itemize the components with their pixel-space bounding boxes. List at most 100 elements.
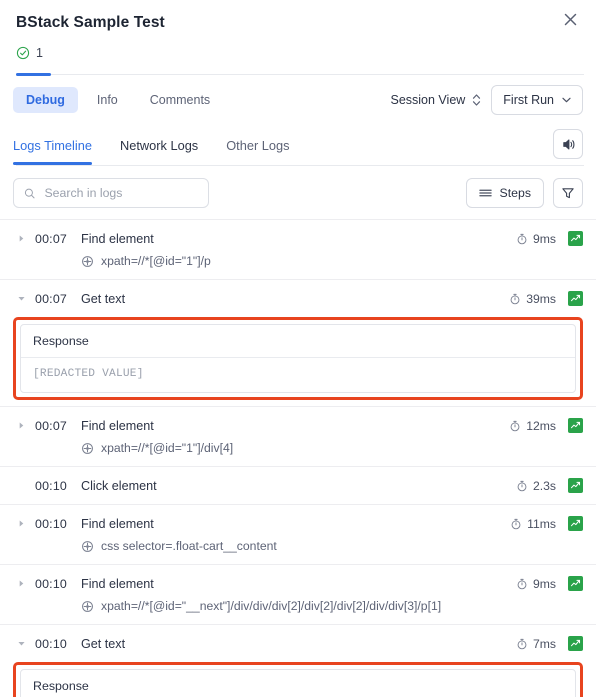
status-count: 1 xyxy=(36,46,43,60)
status-badge[interactable]: 1 xyxy=(16,46,580,69)
log-timestamp: 00:10 xyxy=(35,576,68,591)
session-view-selector[interactable]: Session View xyxy=(390,93,481,107)
log-row-right: 11ms xyxy=(510,516,583,531)
tab-debug[interactable]: Debug xyxy=(13,87,78,113)
log-duration-value: 12ms xyxy=(526,418,556,433)
log-row-main: 00:07 Find element 12ms xyxy=(13,418,583,433)
filter-icon xyxy=(562,188,574,199)
chevron-right-icon[interactable] xyxy=(17,579,26,588)
tab-other-logs[interactable]: Other Logs xyxy=(226,138,289,165)
log-row-right: 39ms xyxy=(509,291,583,306)
log-duration-value: 9ms xyxy=(532,231,556,246)
log-row-caret[interactable] xyxy=(13,579,29,588)
log-row-right: 7ms xyxy=(516,636,583,651)
log-row-caret[interactable] xyxy=(13,639,29,648)
log-locator: xpath=//*[@id="__next"]/div/div/div[2]/d… xyxy=(81,599,583,613)
panel-header: BStack Sample Test 1 xyxy=(0,0,596,76)
log-row[interactable]: 00:10 Click element 2.3s xyxy=(0,466,596,504)
target-icon xyxy=(82,442,93,454)
log-locator-text: xpath=//*[@id="__next"]/div/div/div[2]/d… xyxy=(101,599,442,613)
log-row-right: 9ms xyxy=(516,576,583,591)
log-row[interactable]: 00:10 Find element 11ms css selector=.flo… xyxy=(0,504,596,564)
run-select-label: First Run xyxy=(503,93,554,107)
chevron-right-icon[interactable] xyxy=(17,234,26,243)
log-row-caret[interactable] xyxy=(13,421,29,430)
tab-comments[interactable]: Comments xyxy=(137,87,223,113)
sound-toggle-button[interactable] xyxy=(553,129,583,159)
tab-logs-timeline[interactable]: Logs Timeline xyxy=(13,138,92,165)
run-select[interactable]: First Run xyxy=(491,85,583,115)
tab-network-logs[interactable]: Network Logs xyxy=(120,138,198,165)
log-duration: 7ms xyxy=(516,637,556,651)
selenium-icon xyxy=(568,418,583,433)
stopwatch-icon xyxy=(510,293,520,304)
response-highlight: Response[REDACTED VALUE] xyxy=(13,662,583,697)
log-duration-value: 9ms xyxy=(532,576,556,591)
up-down-chevron-icon xyxy=(473,94,481,106)
log-locator-text: css selector=.float-cart__content xyxy=(101,539,277,553)
log-action-label: Get text xyxy=(81,291,126,306)
chevron-down-icon[interactable] xyxy=(17,294,26,303)
log-duration: 39ms xyxy=(509,292,556,306)
log-row-main: 00:07 Find element 9ms xyxy=(13,231,583,246)
header-divider xyxy=(16,74,584,75)
log-row[interactable]: 00:10 Get text 7ms xyxy=(0,624,596,662)
log-row[interactable]: 00:07 Find element 12ms xpath=//*[@id="1"… xyxy=(0,406,596,466)
response-card: Response[REDACTED VALUE] xyxy=(20,324,576,393)
log-row-caret[interactable] xyxy=(13,234,29,243)
search-box[interactable] xyxy=(13,178,209,208)
log-action-label: Find element xyxy=(81,418,154,433)
search-input[interactable] xyxy=(44,186,198,200)
stopwatch-icon xyxy=(517,578,527,589)
chevron-down-icon[interactable] xyxy=(17,639,26,648)
chevron-right-icon[interactable] xyxy=(17,519,26,528)
chevron-down-icon xyxy=(562,97,571,103)
target-icon xyxy=(82,540,93,552)
log-row[interactable]: 00:10 Find element 9ms xpath=//*[@id="__n… xyxy=(0,564,596,624)
log-row-main: 00:10 Find element 11ms xyxy=(13,516,583,531)
log-row-right: 12ms xyxy=(509,418,583,433)
log-duration-value: 39ms xyxy=(526,291,556,306)
response-card: Response[REDACTED VALUE] xyxy=(20,669,576,697)
stopwatch-icon xyxy=(517,233,527,244)
list-icon xyxy=(478,189,492,197)
chevron-right-icon[interactable] xyxy=(17,421,26,430)
log-row-caret[interactable] xyxy=(13,519,29,528)
log-locator-text: xpath=//*[@id="1"]/div[4] xyxy=(101,441,234,455)
logs-timeline-list: 00:07 Find element 9ms xpath=//*[@id="1"]… xyxy=(0,219,596,697)
log-row[interactable]: 00:07 Get text 39ms xyxy=(0,279,596,317)
stopwatch-icon xyxy=(511,518,521,529)
log-row-main: 00:10 Find element 9ms xyxy=(13,576,583,591)
close-icon[interactable] xyxy=(557,6,583,32)
selenium-icon xyxy=(568,636,583,651)
log-duration-value: 11ms xyxy=(527,516,556,531)
session-view-label: Session View xyxy=(390,93,466,107)
log-row-main: 00:10 Get text 7ms xyxy=(13,636,583,651)
log-tabs: Logs Timeline Network Logs Other Logs xyxy=(0,128,596,166)
stopwatch-icon xyxy=(517,480,527,491)
log-action-label: Find element xyxy=(81,231,154,246)
response-highlight: Response[REDACTED VALUE] xyxy=(13,317,583,400)
log-duration: 9ms xyxy=(516,577,556,591)
log-tabs-divider xyxy=(16,165,584,166)
target-icon xyxy=(82,600,93,612)
response-heading: Response xyxy=(21,670,575,697)
header-active-indicator xyxy=(16,73,51,76)
tab-info[interactable]: Info xyxy=(84,87,131,113)
log-action-label: Get text xyxy=(81,636,126,651)
log-duration: 2.3s xyxy=(516,479,556,493)
log-duration: 11ms xyxy=(510,517,556,531)
speaker-icon xyxy=(562,138,574,150)
target-icon xyxy=(82,255,93,267)
log-locator: xpath=//*[@id="1"]/div[4] xyxy=(81,441,583,455)
selenium-icon xyxy=(568,231,583,246)
log-locator-text: xpath=//*[@id="1"]/p xyxy=(101,254,211,268)
log-row[interactable]: 00:07 Find element 9ms xpath=//*[@id="1"]… xyxy=(0,219,596,279)
log-timestamp: 00:07 xyxy=(35,291,68,306)
selenium-icon xyxy=(568,478,583,493)
subnav-tabs: Debug Info Comments xyxy=(13,87,223,113)
log-row-caret[interactable] xyxy=(13,294,29,303)
log-timestamp: 00:10 xyxy=(35,478,68,493)
filter-button[interactable] xyxy=(553,178,583,208)
steps-button[interactable]: Steps xyxy=(465,178,544,208)
